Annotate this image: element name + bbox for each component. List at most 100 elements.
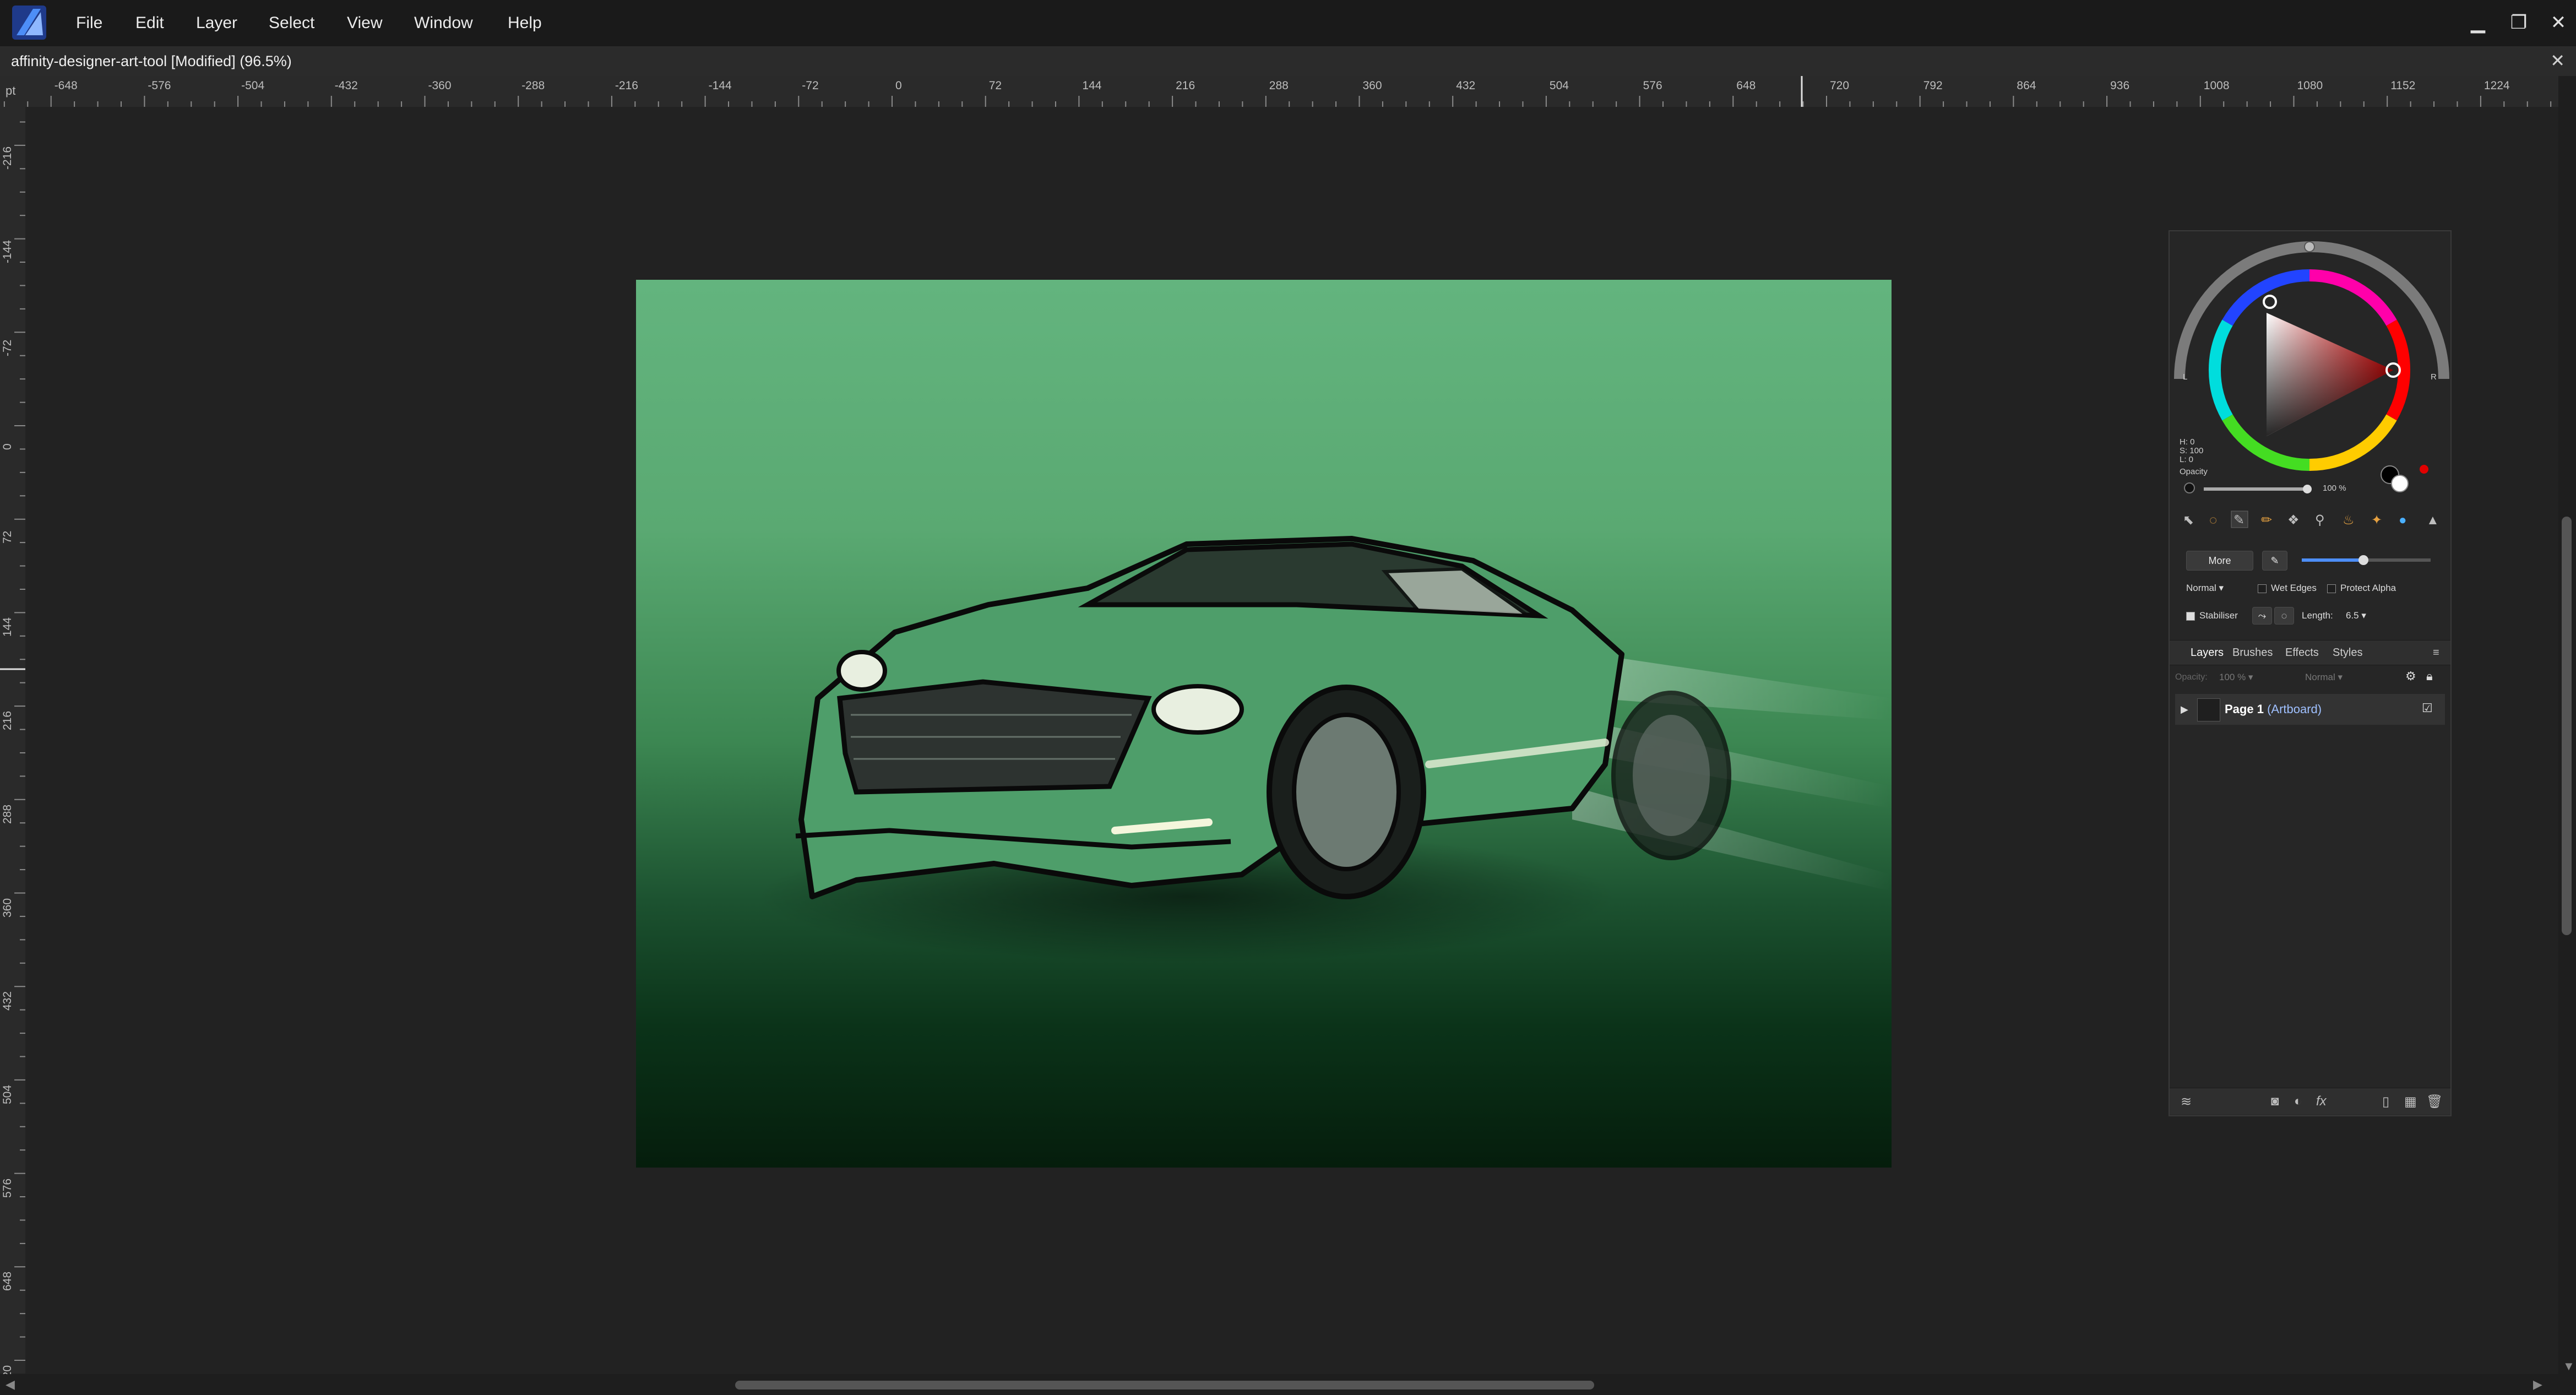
ruler-h-label: 648 [1736, 79, 1756, 92]
menu-help[interactable]: Help [508, 10, 542, 36]
gear-icon[interactable]: ⚙ [2405, 670, 2416, 683]
ruler-h-label: 576 [1643, 79, 1662, 92]
colour-opacity-label: Opacity [2180, 467, 2208, 476]
ruler-h-label: 864 [2017, 79, 2036, 92]
ruler-h-label: 1224 [2483, 79, 2510, 92]
tab-layers[interactable]: Layers [2191, 645, 2224, 660]
ruler-h-label: 0 [895, 79, 902, 92]
window-mode-button[interactable]: ◌ [2274, 607, 2294, 625]
ruler-v-label: 216 [1, 711, 14, 731]
add-layer-icon[interactable]: ▯ [2382, 1094, 2389, 1110]
svg-text:⬉: ⬉ [2183, 513, 2194, 528]
panel-tabs: Layers Brushes Effects Styles ≡ [2170, 640, 2450, 665]
ruler-h-label: 360 [1362, 79, 1382, 92]
document-tab-bar: affinity-designer-art-tool [Modified] (9… [0, 46, 2576, 77]
brush-blend-mode-select[interactable]: Normal ▾ [2186, 582, 2224, 595]
layer-blend-mode-select[interactable]: Normal ▾ [2305, 671, 2343, 684]
length-value-field[interactable]: 6.5 ▾ [2346, 609, 2366, 622]
menu-file[interactable]: File [76, 10, 102, 36]
group-icon[interactable]: ▦ [2404, 1094, 2417, 1110]
menu-window[interactable]: Window [414, 10, 473, 36]
artboard-canvas[interactable] [636, 280, 1892, 1168]
vertical-ruler[interactable]: -216-144-7207214421628836043250457664872… [0, 107, 25, 1385]
scroll-right-arrow-icon[interactable]: ▶ [2533, 1377, 2542, 1392]
scroll-down-arrow-icon[interactable]: ▼ [2563, 1359, 2575, 1374]
colour-wheel[interactable]: ⬉ ◌ ✎ ✏ ❖ ⚲ ♨ ✦ ● ▲ [2170, 231, 2450, 540]
ruler-h-label: 936 [2110, 79, 2130, 92]
menu-layer[interactable]: Layer [196, 10, 237, 36]
lock-icon[interactable]: 🔒︎ [2426, 670, 2433, 683]
ruler-v-label: 504 [1, 1084, 14, 1104]
layers-icon[interactable]: ≋ [2181, 1094, 2192, 1110]
wheel-right-label: R [2431, 372, 2437, 382]
horizontal-scrollbar-thumb[interactable] [735, 1381, 1594, 1389]
ruler-v-label: 576 [1, 1178, 14, 1198]
restore-button[interactable]: ❐ [2502, 8, 2535, 37]
vertical-scrollbar-thumb[interactable] [2562, 517, 2572, 935]
svg-text:✦: ✦ [2371, 513, 2382, 528]
menu-edit[interactable]: Edit [135, 10, 164, 36]
close-window-button[interactable]: ✕ [2542, 8, 2575, 37]
document-tab-title[interactable]: affinity-designer-art-tool [Modified] (9… [11, 52, 292, 70]
ruler-v-label: 0 [1, 443, 14, 450]
svg-text:▲: ▲ [2426, 513, 2439, 528]
ruler-h-label: 432 [1456, 79, 1476, 92]
scroll-left-arrow-icon[interactable]: ◀ [6, 1377, 15, 1392]
wheel-left-label: L [2183, 372, 2188, 382]
layer-row-page-1[interactable]: ▶ Page 1 (Artboard) ☑ [2175, 694, 2445, 725]
menu-bar: File Edit Layer Select View Window Help … [0, 0, 2576, 46]
horizontal-scrollbar[interactable]: ◀ ▶ [0, 1374, 2576, 1395]
ruler-v-label: 144 [1, 617, 14, 637]
adjustment-icon[interactable]: ◐ [2294, 1094, 2302, 1109]
fx-icon[interactable]: fx [2316, 1094, 2327, 1109]
horizontal-ruler[interactable]: pt -648 -576 -504 -432 -360 -288 -216 -144 -72 0 7… [0, 76, 2561, 107]
brush-width-slider[interactable] [2297, 551, 2435, 569]
brush-picker-button[interactable]: ✎ [2262, 551, 2287, 571]
svg-text:⚲: ⚲ [2315, 513, 2325, 528]
close-document-button[interactable]: ✕ [2550, 50, 2565, 72]
mask-icon[interactable]: ◙ [2271, 1094, 2279, 1109]
ruler-h-label: 1080 [2297, 79, 2323, 92]
ruler-h-label: 720 [1830, 79, 1850, 92]
colour-opacity-value[interactable]: 100 % [2323, 484, 2346, 493]
rope-mode-button[interactable]: ⤳ [2252, 607, 2272, 625]
ruler-v-label: 360 [1, 898, 14, 918]
layer-controls: Opacity: 100 % ▾ Normal ▾ ⚙ 🔒︎ [2170, 664, 2450, 690]
vertical-scrollbar[interactable]: ▼ [2558, 76, 2576, 1374]
layer-opacity-label: Opacity: [2175, 672, 2208, 682]
ruler-v-label: 72 [1, 530, 14, 544]
tab-effects[interactable]: Effects [2285, 645, 2319, 660]
menu-select[interactable]: Select [269, 10, 314, 36]
expand-layer-icon[interactable]: ▶ [2181, 703, 2188, 716]
trash-icon[interactable]: 🗑︎ [2426, 1094, 2443, 1110]
saturation-value: S: 100 [2180, 446, 2204, 455]
car-sketch-artwork [757, 536, 1892, 963]
ruler-h-label: 1152 [2390, 79, 2416, 92]
layer-visibility-checkbox[interactable]: ☑ [2422, 702, 2433, 715]
ruler-h-label: 72 [988, 79, 1002, 92]
svg-text:✏: ✏ [2261, 513, 2272, 528]
ruler-h-label: -216 [615, 79, 638, 92]
protect-alpha-checkbox[interactable]: Protect Alpha [2327, 582, 2396, 595]
tab-brushes[interactable]: Brushes [2232, 645, 2273, 660]
wet-edges-checkbox[interactable]: Wet Edges [2258, 582, 2317, 595]
ruler-h-label: 1008 [2203, 79, 2230, 92]
studio-panel: ⬉ ◌ ✎ ✏ ❖ ⚲ ♨ ✦ ● ▲ L R H: 0 S: 100 L: 0… [2169, 230, 2452, 1116]
tab-styles[interactable]: Styles [2333, 645, 2362, 660]
ruler-v-label: -216 [1, 146, 14, 170]
more-button[interactable]: More [2186, 551, 2253, 571]
ruler-h-label: 792 [1923, 79, 1943, 92]
ruler-h-label: -648 [54, 79, 78, 92]
panel-menu-icon[interactable]: ≡ [2433, 645, 2439, 660]
ruler-h-label: 144 [1082, 79, 1102, 92]
stabiliser-checkbox[interactable]: Stabiliser [2186, 609, 2238, 622]
minimize-button[interactable]: ▁ [2461, 8, 2495, 37]
layer-name: Page 1 (Artboard) [2225, 702, 2322, 716]
svg-text:◌: ◌ [2209, 513, 2217, 528]
ruler-v-label: -144 [1, 240, 14, 263]
hue-value: H: 0 [2180, 437, 2195, 447]
ruler-h-label: -360 [428, 79, 452, 92]
menu-view[interactable]: View [347, 10, 382, 36]
layer-opacity-field[interactable]: 100 % ▾ [2219, 671, 2253, 684]
svg-text:●: ● [2399, 513, 2407, 528]
